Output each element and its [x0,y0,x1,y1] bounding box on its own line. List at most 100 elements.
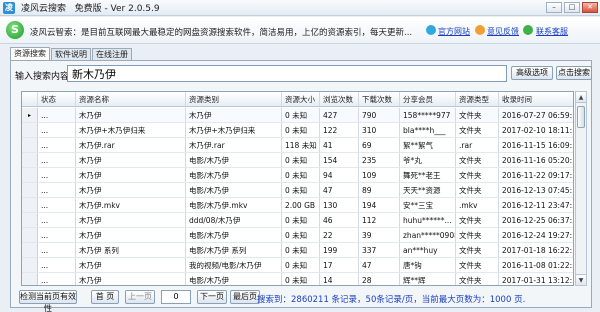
row-selector[interactable] [22,258,38,272]
column-header[interactable]: 状态 [38,92,76,106]
table-cell: 112 [359,213,400,227]
row-selector[interactable] [22,153,38,167]
table-cell: 109 [359,168,400,182]
tab-online-register[interactable]: 在线注册 [92,48,132,60]
table-cell: 唐*钩 [400,258,456,272]
table-cell: 文件夹 [456,258,499,272]
table-row[interactable]: ... 木乃伊 ddd/08/木乃伊 0 未知 46 112 huhu******... 文件… [22,213,574,228]
table-cell: 17 [320,258,359,272]
table-cell: 790 [359,108,400,122]
row-selector[interactable] [22,198,38,212]
table-cell: 2016-12-25 06:37:... [502,216,574,225]
pagination-bar: 检测当前页有效性 首 页 上一页 0 下一页 最后页 搜索到：2860211 条… [11,290,593,312]
row-selector[interactable] [22,168,38,182]
table-cell: 199 [320,243,359,257]
table-cell: ... [38,168,76,182]
table-cell: 安**三宝 [400,198,456,212]
row-selector[interactable] [22,138,38,152]
globe-icon [426,25,436,35]
row-selector-icon[interactable]: ▸ [22,108,38,122]
check-validity-button[interactable]: 检测当前页有效性 [19,290,77,312]
table-cell: 69 [359,138,400,152]
table-row[interactable]: ... 木乃伊 电影/木乃伊 0 未知 14 28 辉**辉 文件夹 2017-01-31 13… [22,273,573,285]
next-page-button[interactable]: 下一页 [197,290,227,304]
row-selector[interactable] [22,273,38,285]
table-cell: ... [38,243,76,257]
row-selector[interactable] [22,243,38,257]
scroll-thumb[interactable] [577,106,585,128]
column-header[interactable]: 资源名称 [76,92,186,106]
table-cell: 木乃伊.rar [186,138,282,152]
table-row[interactable]: ... 木乃伊 电影/木乃伊 0 未知 94 109 舞死**老王 文件夹 2016-11-22… [22,168,573,183]
column-header[interactable]: 分享会员 [400,92,456,106]
contact-link[interactable]: 联系客服 [536,26,568,37]
vertical-scrollbar[interactable]: ▲ ▼ [575,91,587,286]
table-header: 状态 资源名称 资源类别 资源大小 浏览次数 下载次数 分享会员 资源类型 收录… [22,92,573,107]
window-title: 凌风云搜索 免费版 - Ver 2.0.5.9 [21,4,160,14]
feedback-link[interactable]: 意见反馈 [487,26,519,37]
column-header[interactable]: 资源类别 [186,92,282,106]
row-selector[interactable] [22,123,38,137]
page-number-field[interactable]: 0 [161,290,191,304]
table-cell: 0 未知 [282,273,320,285]
result-stats: 搜索到：2860211 条记录，50条记录/页，当前最大页数为：1000 页. [257,295,526,305]
maximize-button[interactable]: □ [564,2,580,13]
table-cell: 89 [359,183,400,197]
table-row[interactable]: ... 木乃伊 电影/木乃伊 0 未知 154 235 爷*丸 文件夹 2016-11-16 0… [22,153,573,168]
website-link[interactable]: 官方网站 [438,26,470,37]
table-cell: 2016-11-08 01:22:... [502,261,574,270]
table-cell: 文件夹 [456,228,499,242]
table-cell: 电影/木乃伊.mkv [186,198,282,212]
tab-software-info[interactable]: 软件说明 [51,48,91,60]
table-cell: 0 未知 [282,108,320,122]
table-row[interactable]: ... 木乃伊 我的视频/电影/木乃伊 0 未知 17 47 唐*钩 文件夹 2016-11-0… [22,258,574,273]
table-row[interactable]: ... 木乃伊 电影/木乃伊 0 未知 22 39 zhan*****0908 文件夹 2016… [22,228,574,243]
table-cell: 0 未知 [282,153,320,167]
table-cell: 文件夹 [456,153,499,167]
scroll-down-icon[interactable]: ▼ [576,274,586,285]
table-cell: 0 未知 [282,243,320,257]
table-cell: ... [38,153,76,167]
table-row[interactable]: ... 木乃伊 电影/木乃伊 0 未知 47 89 天天**资源 文件夹 2016-12-13 … [22,183,574,198]
row-selector[interactable] [22,183,38,197]
info-bar: S 凌风云智索：是目前互联网最大最稳定的网盘资源搜索软件，简洁易用，上亿的资源索… [0,17,600,44]
table-cell: 天天**资源 [400,183,456,197]
scroll-up-icon[interactable]: ▲ [576,92,586,103]
table-row[interactable]: ... 木乃伊 系列 电影/木乃伊 系列 0 未知 199 337 an***huy 文件夹 2… [22,243,573,258]
table-cell: 文件夹 [456,168,499,182]
table-row[interactable]: ... 木乃伊.rar 木乃伊.rar 118 未知 41 69 絮**絮气 .rar 2016… [22,138,573,153]
column-header[interactable]: 资源类型 [456,92,499,106]
search-input[interactable] [67,65,507,82]
last-page-button[interactable]: 最后页 [230,290,260,304]
table-cell: 39 [359,228,400,242]
table-row[interactable]: ▸... 木乃伊 木乃伊 0 未知 427 790 158*****977 文件夹 2016-0… [22,108,573,123]
close-button[interactable]: ✕ [582,2,598,13]
first-page-button[interactable]: 首 页 [91,290,119,304]
advanced-options-button[interactable]: 高级选项 [511,66,553,80]
table-cell: 235 [359,153,400,167]
table-cell: 木乃伊.mkv [76,198,186,212]
table-cell: 文件夹 [456,108,499,122]
tab-strip: 资源搜索 软件说明 在线注册 [10,47,133,60]
row-selector[interactable] [22,213,38,227]
table-cell: ... [38,258,76,272]
table-row[interactable]: ... 木乃伊+木乃伊归来 木乃伊+木乃伊归来 0 未知 122 310 bla****h_… [22,123,573,138]
minimize-button[interactable]: – [546,2,562,13]
column-header[interactable]: 下载次数 [359,92,400,106]
table-cell: ... [38,138,76,152]
column-header[interactable]: 收录时间 [499,92,573,106]
window-controls: – □ ✕ [546,2,598,13]
column-header[interactable]: 资源大小 [282,92,320,106]
table-cell: .mkv [456,198,499,212]
column-header[interactable]: 浏览次数 [320,92,359,106]
tab-resource-search[interactable]: 资源搜索 [10,47,50,60]
table-cell: 文件夹 [456,213,499,227]
table-cell: 2016-12-13 07:45:... [502,186,574,195]
table-cell: 木乃伊+木乃伊归来 [186,123,282,137]
row-selector[interactable] [22,228,38,242]
prev-page-button[interactable]: 上一页 [125,290,155,304]
table-row[interactable]: ... 木乃伊.mkv 电影/木乃伊.mkv 2.00 GB 130 194 安**三宝 .m… [22,198,573,213]
table-cell: 文件夹 [456,273,499,285]
search-button[interactable]: 点击搜索 [556,66,592,80]
table-cell: 2016-12-24 19:27:... [502,231,574,240]
